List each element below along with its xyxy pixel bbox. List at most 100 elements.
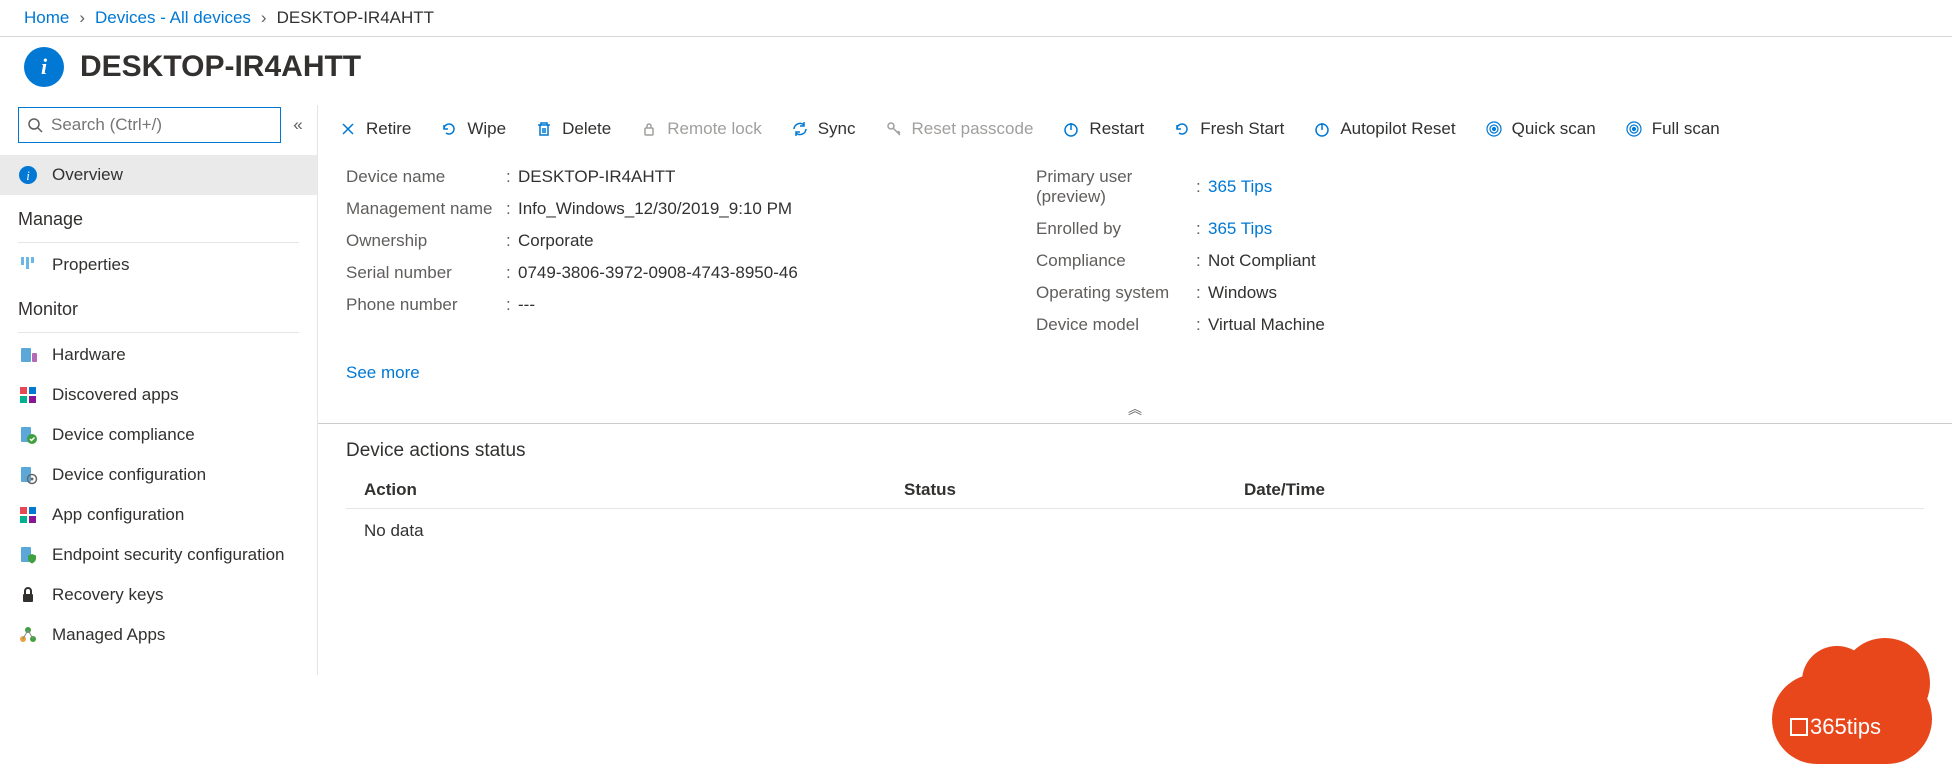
breadcrumb: Home › Devices - All devices › DESKTOP-I…	[0, 0, 1952, 37]
sidebar-item-properties[interactable]: Properties	[0, 245, 317, 285]
detail-value: Virtual Machine	[1208, 315, 1325, 335]
remote-lock-button: Remote lock	[627, 115, 773, 143]
sidebar-item-label: Endpoint security configuration	[52, 545, 284, 565]
toolbar-label: Wipe	[467, 119, 506, 139]
sidebar-item-label: Recovery keys	[52, 585, 163, 605]
detail-row-serial-number: Serial number:0749-3806-3972-0908-4743-8…	[346, 257, 1036, 289]
detail-row-ownership: Ownership:Corporate	[346, 225, 1036, 257]
detail-label: Device model	[1036, 315, 1196, 335]
detail-value: ---	[518, 295, 535, 315]
toolbar: Retire Wipe Delete Remote lock Sync Rese…	[318, 105, 1952, 153]
detail-label: Primary user (preview)	[1036, 167, 1196, 207]
sidebar-item-label: Hardware	[52, 345, 126, 365]
x-icon	[338, 119, 358, 139]
hardware-icon	[18, 345, 38, 365]
search-icon	[27, 117, 43, 133]
sidebar-item-label: Managed Apps	[52, 625, 165, 645]
toolbar-label: Remote lock	[667, 119, 761, 139]
toolbar-label: Retire	[366, 119, 411, 139]
detail-value: 0749-3806-3972-0908-4743-8950-46	[518, 263, 798, 283]
detail-value-link[interactable]: 365 Tips	[1208, 177, 1272, 197]
sync-button[interactable]: Sync	[778, 115, 868, 143]
device-details: Device name:DESKTOP-IR4AHTT Management n…	[318, 153, 1952, 395]
quick-scan-button[interactable]: Quick scan	[1472, 115, 1608, 143]
detail-label: Serial number	[346, 263, 506, 283]
power-icon	[1312, 119, 1332, 139]
toolbar-label: Autopilot Reset	[1340, 119, 1455, 139]
collapse-details-button[interactable]: ︽	[318, 395, 1952, 423]
detail-row-compliance: Compliance:Not Compliant	[1036, 245, 1325, 277]
col-action: Action	[364, 480, 904, 500]
compliance-icon	[18, 425, 38, 445]
sidebar-item-recovery-keys[interactable]: Recovery keys	[0, 575, 317, 615]
app-config-icon	[18, 505, 38, 525]
see-more-link[interactable]: See more	[346, 363, 420, 383]
detail-value: Not Compliant	[1208, 251, 1316, 271]
sidebar-item-label: Properties	[52, 255, 129, 275]
wipe-button[interactable]: Wipe	[427, 115, 518, 143]
sidebar-section-monitor: Monitor	[0, 285, 317, 326]
detail-row-device-model: Device model:Virtual Machine	[1036, 309, 1325, 341]
sidebar-item-label: Discovered apps	[52, 385, 179, 405]
search-input-wrapper[interactable]	[18, 107, 281, 143]
breadcrumb-home[interactable]: Home	[24, 8, 69, 28]
full-scan-button[interactable]: Full scan	[1612, 115, 1732, 143]
logo-text: 365tips	[1810, 714, 1881, 739]
sidebar-item-device-configuration[interactable]: Device configuration	[0, 455, 317, 495]
breadcrumb-devices[interactable]: Devices - All devices	[95, 8, 251, 28]
breadcrumb-current: DESKTOP-IR4AHTT	[277, 8, 434, 28]
sidebar-section-manage: Manage	[0, 195, 317, 236]
col-datetime: Date/Time	[1244, 480, 1906, 500]
fresh-start-button[interactable]: Fresh Start	[1160, 115, 1296, 143]
autopilot-reset-button[interactable]: Autopilot Reset	[1300, 115, 1467, 143]
lock-icon	[18, 585, 38, 605]
apps-icon	[18, 385, 38, 405]
properties-icon	[18, 255, 38, 275]
detail-value: Windows	[1208, 283, 1277, 303]
detail-row-os: Operating system:Windows	[1036, 277, 1325, 309]
shield-icon	[18, 545, 38, 565]
sidebar-item-overview[interactable]: i Overview	[0, 155, 317, 195]
sidebar-item-app-configuration[interactable]: App configuration	[0, 495, 317, 535]
detail-value-link[interactable]: 365 Tips	[1208, 219, 1272, 239]
collapse-sidebar-button[interactable]: «	[289, 115, 307, 135]
sidebar-item-hardware[interactable]: Hardware	[0, 335, 317, 375]
managed-apps-icon	[18, 625, 38, 645]
toolbar-label: Full scan	[1652, 119, 1720, 139]
main-content: Retire Wipe Delete Remote lock Sync Rese…	[318, 105, 1952, 675]
lock-icon	[639, 119, 659, 139]
detail-label: Management name	[346, 199, 506, 219]
table-header: Action Status Date/Time	[346, 472, 1924, 509]
info-icon: i	[24, 47, 64, 87]
section-title: Device actions status	[346, 440, 1924, 462]
toolbar-label: Delete	[562, 119, 611, 139]
device-actions-status: Device actions status Action Status Date…	[318, 424, 1952, 569]
detail-value: Corporate	[518, 231, 594, 251]
sidebar-item-managed-apps[interactable]: Managed Apps	[0, 615, 317, 655]
sidebar: « i Overview Manage Properties Monitor H…	[0, 105, 318, 675]
col-status: Status	[904, 480, 1244, 500]
sidebar-item-endpoint-security[interactable]: Endpoint security configuration	[0, 535, 317, 575]
restart-button[interactable]: Restart	[1049, 115, 1156, 143]
detail-label: Ownership	[346, 231, 506, 251]
sidebar-item-discovered-apps[interactable]: Discovered apps	[0, 375, 317, 415]
device-config-icon	[18, 465, 38, 485]
reset-passcode-button: Reset passcode	[872, 115, 1046, 143]
sync-icon	[790, 119, 810, 139]
divider	[18, 332, 299, 333]
trash-icon	[534, 119, 554, 139]
detail-label: Compliance	[1036, 251, 1196, 271]
sidebar-item-label: Device configuration	[52, 465, 206, 485]
detail-label: Operating system	[1036, 283, 1196, 303]
refresh-icon	[1172, 119, 1192, 139]
chevron-right-icon: ›	[79, 8, 85, 28]
sidebar-item-device-compliance[interactable]: Device compliance	[0, 415, 317, 455]
radar-icon	[1484, 119, 1504, 139]
toolbar-label: Restart	[1089, 119, 1144, 139]
sidebar-item-label: Device compliance	[52, 425, 195, 445]
delete-button[interactable]: Delete	[522, 115, 623, 143]
toolbar-label: Reset passcode	[912, 119, 1034, 139]
detail-row-management-name: Management name:Info_Windows_12/30/2019_…	[346, 193, 1036, 225]
retire-button[interactable]: Retire	[326, 115, 423, 143]
search-input[interactable]	[51, 115, 272, 135]
